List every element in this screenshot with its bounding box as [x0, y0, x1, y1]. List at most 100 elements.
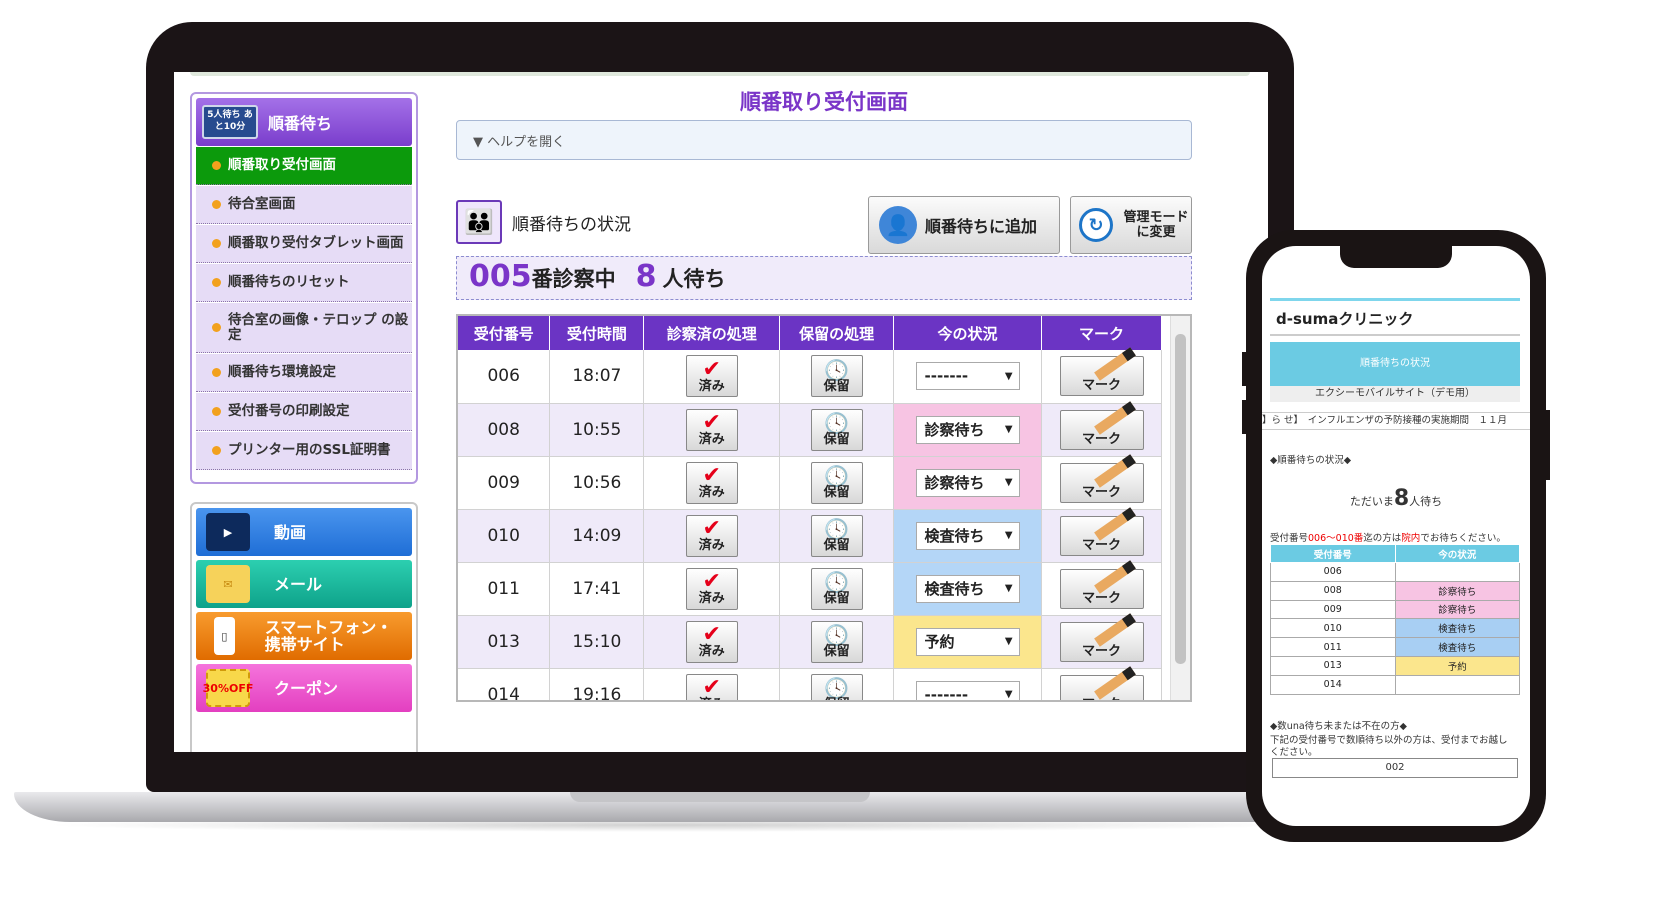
status-select[interactable]: 予約 ▼	[915, 627, 1020, 656]
sidebar-item[interactable]: 待合室画面	[196, 186, 412, 224]
hold-label: 保留	[823, 378, 850, 394]
done-label: 済み	[698, 378, 725, 394]
status-select[interactable]: 検査待ち ▼	[915, 574, 1020, 603]
done-button[interactable]: ✔済み	[685, 408, 738, 451]
sidebar-item[interactable]: 待合室の画像・テロップ の設定	[196, 303, 412, 353]
table-scrollbar[interactable]	[1170, 316, 1190, 700]
absent-label: ◆数una待ち未または不在の方◆	[1270, 721, 1407, 732]
phone-row-number: 014	[1270, 674, 1396, 695]
phone-side-button	[1242, 400, 1247, 434]
people-icon: 👪	[456, 200, 502, 244]
check-icon: ✔	[702, 569, 721, 594]
sidebar-item[interactable]: 順番取り受付画面	[196, 147, 412, 185]
add-to-queue-button[interactable]: 👤 順番待ちに追加	[868, 196, 1060, 254]
current-number: 005	[469, 259, 532, 294]
scrollbar-thumb[interactable]	[1175, 334, 1186, 664]
mark-button[interactable]: マーク	[1059, 506, 1144, 556]
phone-row-status: 検査待ち	[1394, 637, 1520, 657]
hold-button[interactable]: 🕓保留	[810, 461, 863, 504]
status-select[interactable]: ------- ▼	[915, 680, 1020, 702]
status-value: -------	[924, 685, 969, 702]
mail-button[interactable]: ✉ メール	[196, 560, 412, 608]
help-toggle[interactable]: ▼ ヘルプを開く	[456, 120, 1192, 160]
done-button[interactable]: ✔済み	[685, 461, 738, 504]
current-suffix: 番診察中	[531, 267, 616, 291]
table-row: 006 18:07 ✔ 済み 🕓 保留 ------- ▼ マーク	[458, 347, 1162, 404]
news-ticker: 】ら せ】 インフルエンザの予防接種の実施期間 １１月	[1262, 412, 1530, 430]
column-header: マーク	[1041, 316, 1162, 350]
status-value: 検査待ち	[924, 580, 985, 598]
mark-button[interactable]: マーク	[1059, 612, 1144, 662]
admin-mode-button[interactable]: ↻ 管理モード に変更	[1070, 196, 1192, 254]
row-time: 14:09	[549, 509, 645, 563]
done-button[interactable]: ✔済み	[685, 673, 738, 700]
mark-button[interactable]: マーク	[1059, 665, 1144, 700]
clock-icon: 🕓	[824, 623, 850, 647]
note-place: 院内	[1401, 533, 1421, 544]
status-cell: ------- ▼	[893, 350, 1042, 404]
caret-down-icon: ▼	[1004, 583, 1013, 594]
check-icon: ✔	[702, 516, 721, 541]
column-header: 受付時間	[549, 316, 645, 350]
phone-row-status: 診察待ち	[1394, 599, 1520, 620]
phone-table-row: 013 予約	[1270, 655, 1520, 676]
mark-button[interactable]: マーク	[1059, 559, 1144, 609]
coupon-button[interactable]: 30%OFF クーポン	[196, 664, 412, 712]
add-to-queue-label: 順番待ちに追加	[925, 217, 1038, 236]
sidebar-item-label: 順番待ちのリセット	[228, 274, 350, 290]
phone-table-row: 010 検査待ち	[1270, 618, 1520, 639]
row-time: 10:55	[549, 403, 645, 457]
table-row: 008 10:55 ✔ 済み 🕓 保留 診察待ち ▼ マーク	[458, 400, 1162, 457]
status-select[interactable]: ------- ▼	[915, 362, 1020, 391]
mark-button[interactable]: マーク	[1059, 453, 1144, 503]
table-row: 011 17:41 ✔ 済み 🕓 保留 検査待ち ▼ マーク	[458, 559, 1162, 616]
phone-subtitle: エクシーモバイルサイト（デモ用）	[1270, 386, 1520, 402]
status-select[interactable]: 診察待ち ▼	[915, 468, 1020, 497]
clock-icon: 🕓	[824, 676, 850, 700]
waiting-count: 8	[635, 259, 657, 294]
done-button[interactable]: ✔済み	[685, 620, 738, 663]
hold-cell: 🕓保留	[779, 403, 895, 457]
phone-row-number: 009	[1270, 599, 1396, 620]
hold-button[interactable]: 🕓保留	[810, 355, 863, 398]
caret-down-icon: ▼	[1004, 530, 1013, 541]
hold-cell: 🕓保留	[779, 562, 895, 616]
status-select[interactable]: 検査待ち ▼	[915, 521, 1020, 550]
sidebar-item[interactable]: プリンター用のSSL証明書	[196, 432, 412, 470]
phone-notch	[1340, 246, 1452, 268]
done-cell: ✔済み	[643, 456, 781, 510]
status-cell: 検査待ち ▼	[893, 509, 1042, 563]
hold-button[interactable]: 🕓保留	[810, 673, 863, 700]
hold-cell: 🕓保留	[779, 668, 895, 700]
sidebar-header[interactable]: 5人待ち あと10分 順番待ち	[196, 98, 412, 146]
mark-button[interactable]: マーク	[1059, 400, 1144, 450]
status-select[interactable]: 診察待ち ▼	[915, 415, 1020, 444]
envelope-icon: ✉	[206, 565, 250, 603]
hold-button[interactable]: 🕓保留	[810, 620, 863, 663]
phone-col-number: 受付番号	[1270, 544, 1396, 563]
done-button[interactable]: ✔済み	[685, 355, 738, 398]
status-cell: 診察待ち ▼	[893, 456, 1042, 510]
caret-down-icon: ▼	[1004, 477, 1013, 488]
hold-label: 保留	[823, 644, 850, 659]
sidebar-item[interactable]: 順番待ち環境設定	[196, 354, 412, 392]
sidebar-item-label: プリンター用のSSL証明書	[228, 442, 391, 458]
hold-label: 保留	[824, 698, 850, 700]
done-button[interactable]: ✔済み	[685, 567, 738, 610]
mark-cell: マーク	[1041, 453, 1162, 510]
hold-button[interactable]: 🕓保留	[810, 567, 863, 610]
smartphone-site-label: スマートフォン・ 携帯サイト	[264, 618, 393, 654]
smartphone-site-button[interactable]: ▯ スマートフォン・ 携帯サイト	[196, 612, 412, 660]
done-cell: ✔済み	[643, 509, 781, 563]
hold-button[interactable]: 🕓保留	[810, 514, 863, 557]
video-button[interactable]: ▶ 動画	[196, 508, 412, 556]
mark-cell: マーク	[1041, 347, 1162, 404]
sidebar-item[interactable]: 順番取り受付タブレット画面	[196, 225, 412, 263]
phone-table-row: 009 診察待ち	[1270, 599, 1520, 620]
done-cell: ✔済み	[643, 403, 781, 457]
done-button[interactable]: ✔済み	[685, 514, 738, 557]
sidebar-item[interactable]: 順番待ちのリセット	[196, 264, 412, 302]
hold-button[interactable]: 🕓保留	[810, 408, 863, 451]
sidebar-item[interactable]: 受付番号の印刷設定	[196, 393, 412, 431]
mark-button[interactable]: マーク	[1059, 347, 1144, 397]
